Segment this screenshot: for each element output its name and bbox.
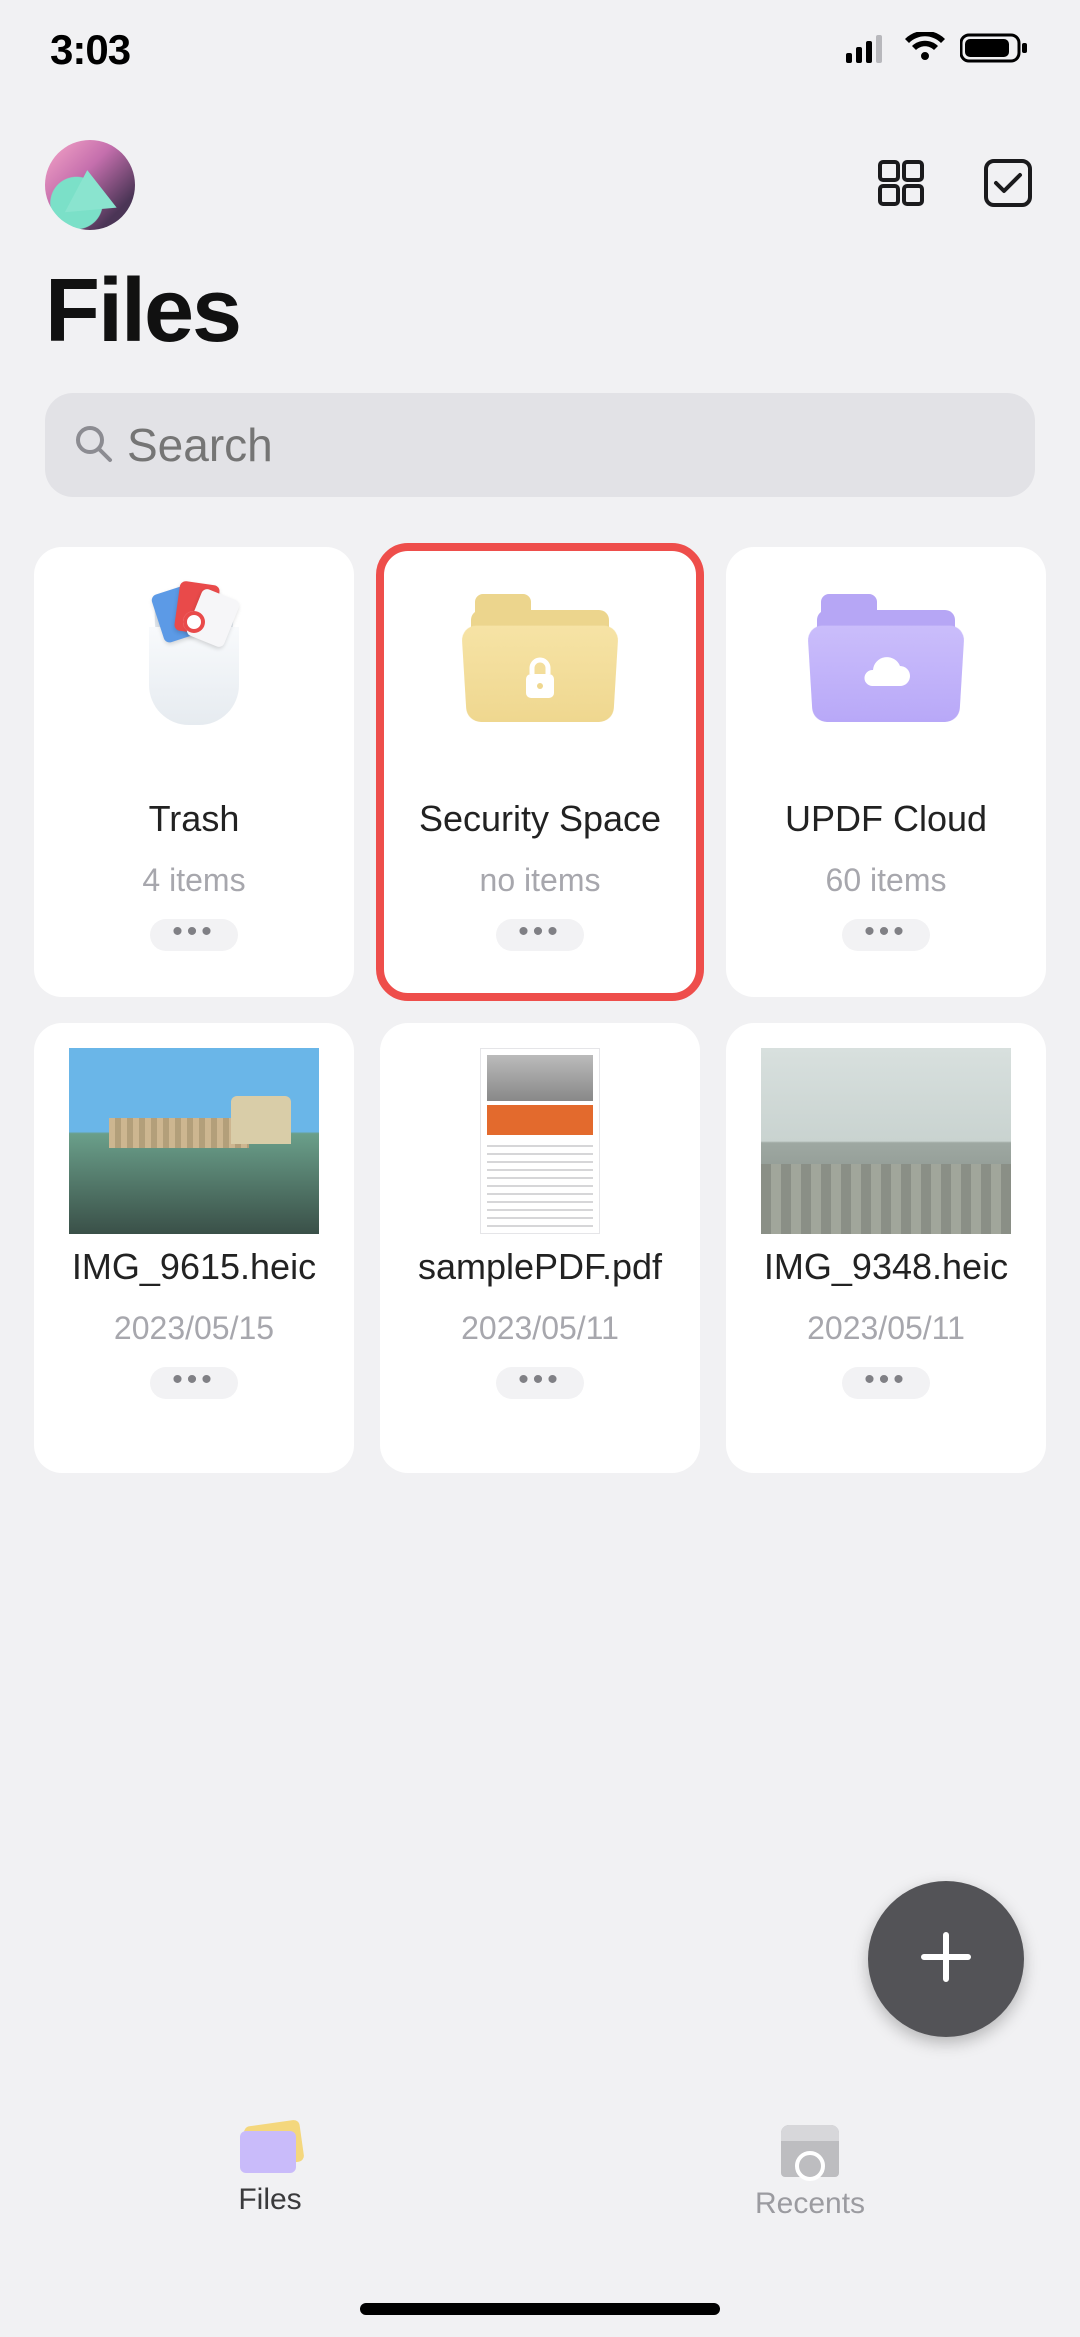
item-subtitle: 2023/05/11 [461, 1310, 619, 1347]
item-title: Trash [44, 798, 344, 840]
cloud-icon [860, 656, 912, 695]
lock-icon [520, 656, 560, 705]
item-file[interactable]: IMG_9615.heic 2023/05/15 ••• [34, 1023, 354, 1473]
tab-files[interactable]: Files [0, 2097, 540, 2337]
tab-label: Files [238, 2183, 301, 2217]
cellular-icon [846, 33, 890, 68]
wifi-icon [904, 32, 946, 69]
item-title: samplePDF.pdf [390, 1246, 690, 1288]
more-button[interactable]: ••• [842, 919, 930, 951]
files-tab-icon [240, 2125, 300, 2173]
search-input[interactable] [127, 418, 1007, 472]
header [0, 100, 1080, 250]
select-icon[interactable] [981, 156, 1035, 215]
item-title: Security Space [390, 798, 690, 840]
status-bar: 3:03 [0, 0, 1080, 100]
item-subtitle: 2023/05/11 [807, 1310, 965, 1347]
item-title: IMG_9348.heic [736, 1246, 1036, 1288]
pdf-thumbnail [480, 1048, 600, 1234]
item-title: UPDF Cloud [736, 798, 1036, 840]
tab-label: Recents [755, 2187, 865, 2221]
tab-bar: Files Recents [0, 2097, 1080, 2337]
item-trash[interactable]: Trash 4 items ••• [34, 547, 354, 997]
file-grid: Trash 4 items ••• Security Space no item… [0, 547, 1080, 1473]
avatar[interactable] [45, 140, 135, 230]
item-title: IMG_9615.heic [44, 1246, 344, 1288]
tab-recents[interactable]: Recents [540, 2097, 1080, 2337]
image-thumbnail [761, 1048, 1011, 1234]
more-button[interactable]: ••• [150, 1367, 238, 1399]
item-file[interactable]: IMG_9348.heic 2023/05/11 ••• [726, 1023, 1046, 1473]
battery-icon [960, 32, 1030, 69]
more-button[interactable]: ••• [842, 1367, 930, 1399]
item-updf-cloud[interactable]: UPDF Cloud 60 items ••• [726, 547, 1046, 997]
cloud-folder-icon [817, 610, 955, 720]
status-indicators [846, 32, 1030, 69]
more-button[interactable]: ••• [150, 919, 238, 951]
status-time: 3:03 [50, 26, 130, 74]
item-security-space[interactable]: Security Space no items ••• [380, 547, 700, 997]
trash-icon [139, 605, 249, 725]
search-icon [73, 423, 113, 468]
locked-folder-icon [471, 610, 609, 720]
more-button[interactable]: ••• [496, 919, 584, 951]
item-subtitle: 4 items [142, 862, 245, 899]
page-title: Files [0, 250, 1080, 393]
search-bar[interactable] [45, 393, 1035, 497]
more-button[interactable]: ••• [496, 1367, 584, 1399]
item-subtitle: 60 items [826, 862, 947, 899]
item-file[interactable]: samplePDF.pdf 2023/05/11 ••• [380, 1023, 700, 1473]
item-subtitle: no items [480, 862, 601, 899]
image-thumbnail [69, 1048, 319, 1234]
recents-tab-icon [781, 2125, 839, 2177]
grid-view-icon[interactable] [876, 158, 926, 213]
plus-icon [914, 1925, 978, 1994]
home-indicator [360, 2303, 720, 2315]
add-button[interactable] [868, 1881, 1024, 2037]
item-subtitle: 2023/05/15 [114, 1310, 274, 1347]
